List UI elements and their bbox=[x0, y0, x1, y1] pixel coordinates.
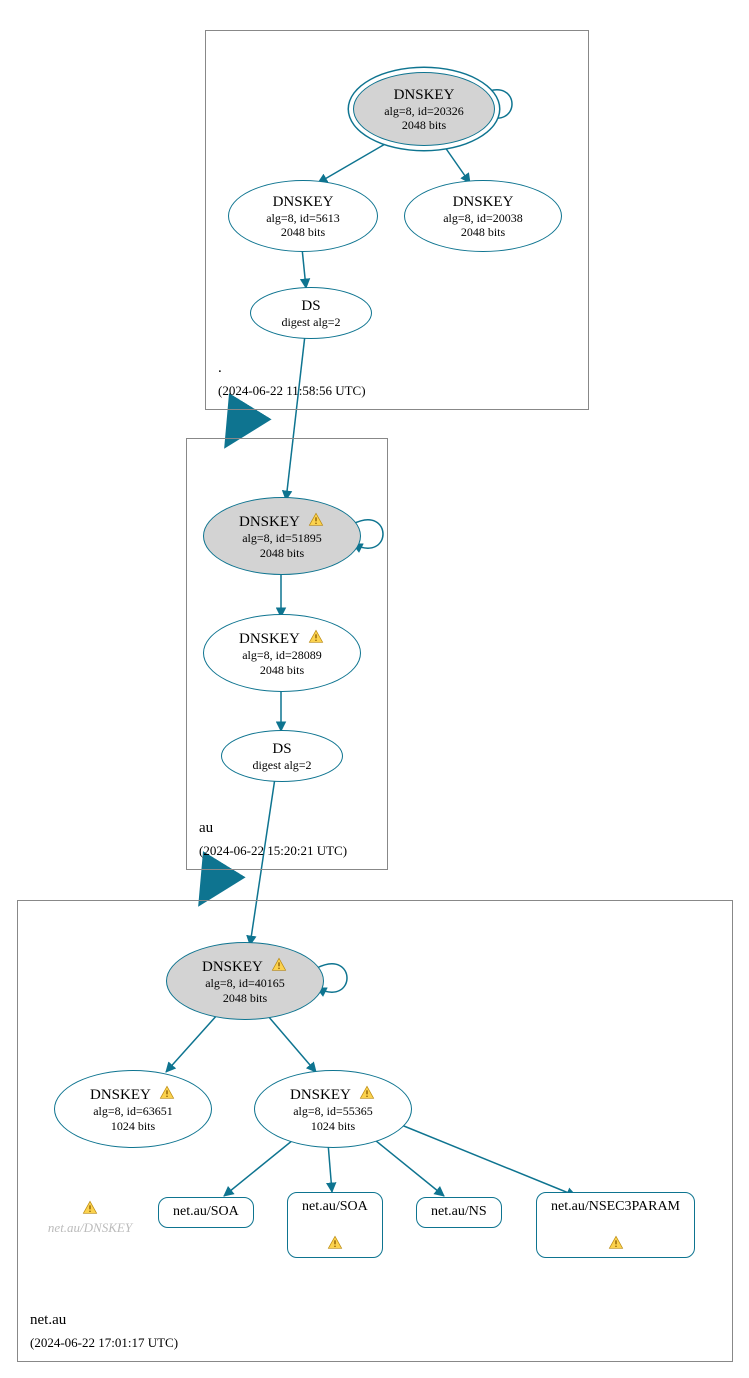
node-line1: alg=8, id=20038 bbox=[443, 211, 523, 225]
node-title: DNSKEY bbox=[394, 86, 455, 104]
warning-icon bbox=[607, 1235, 625, 1251]
node-label: net.au/SOA bbox=[302, 1199, 368, 1216]
zone-au-label: au (2024-06-22 15:20:21 UTC) bbox=[199, 820, 347, 859]
node-rr-ns[interactable]: net.au/NS bbox=[416, 1197, 502, 1228]
node-line2: 2048 bits bbox=[260, 663, 304, 677]
zone-au-name: au bbox=[199, 820, 347, 837]
node-label: net.au/SOA bbox=[173, 1204, 239, 1221]
node-line2: 2048 bits bbox=[461, 225, 505, 239]
node-line1: alg=8, id=40165 bbox=[205, 976, 285, 990]
node-rr-nsec3[interactable]: net.au/NSEC3PARAM bbox=[536, 1192, 695, 1258]
node-line2: 2048 bits bbox=[281, 225, 325, 239]
node-au-ksk[interactable]: DNSKEY alg=8, id=51895 2048 bits bbox=[203, 497, 361, 575]
node-line1: alg=8, id=28089 bbox=[242, 648, 322, 662]
node-title-text: DNSKEY bbox=[239, 514, 299, 530]
zone-netau-label: net.au (2024-06-22 17:01:17 UTC) bbox=[30, 1312, 178, 1351]
zone-au-time: (2024-06-22 15:20:21 UTC) bbox=[199, 843, 347, 859]
node-line1: digest alg=2 bbox=[281, 315, 340, 329]
node-netau-ksk[interactable]: DNSKEY alg=8, id=40165 2048 bits bbox=[166, 942, 324, 1020]
zone-root-time: (2024-06-22 11:58:56 UTC) bbox=[218, 383, 366, 399]
node-ghost-dnskey: net.au/DNSKEY bbox=[40, 1200, 140, 1236]
node-netau-zsk2[interactable]: DNSKEY alg=8, id=55365 1024 bits bbox=[254, 1070, 412, 1148]
warning-icon bbox=[307, 512, 325, 528]
node-title: DS bbox=[272, 740, 291, 758]
node-rr-soa2[interactable]: net.au/SOA bbox=[287, 1192, 383, 1258]
node-line1: digest alg=2 bbox=[252, 758, 311, 772]
node-title: DS bbox=[301, 297, 320, 315]
warning-icon bbox=[158, 1085, 176, 1101]
node-root-zsk1[interactable]: DNSKEY alg=8, id=5613 2048 bits bbox=[228, 180, 378, 252]
node-line2: 2048 bits bbox=[260, 546, 304, 560]
node-line1: alg=8, id=20326 bbox=[384, 104, 464, 118]
warning-icon bbox=[270, 957, 288, 973]
node-title-text: DNSKEY bbox=[90, 1087, 150, 1103]
node-line2: 2048 bits bbox=[223, 991, 267, 1005]
node-au-zsk[interactable]: DNSKEY alg=8, id=28089 2048 bits bbox=[203, 614, 361, 692]
zone-root-name: . bbox=[218, 360, 366, 377]
node-line2: 1024 bits bbox=[111, 1119, 155, 1133]
diagram-canvas: . (2024-06-22 11:58:56 UTC) au (2024-06-… bbox=[0, 0, 749, 1378]
node-root-ksk[interactable]: DNSKEY alg=8, id=20326 2048 bits bbox=[353, 72, 495, 146]
node-line2: 1024 bits bbox=[311, 1119, 355, 1133]
node-title: DNSKEY bbox=[202, 957, 288, 976]
node-root-zsk2[interactable]: DNSKEY alg=8, id=20038 2048 bits bbox=[404, 180, 562, 252]
node-title: DNSKEY bbox=[239, 512, 325, 531]
node-title-text: DNSKEY bbox=[239, 631, 299, 647]
zone-netau-time: (2024-06-22 17:01:17 UTC) bbox=[30, 1335, 178, 1351]
node-label: net.au/NSEC3PARAM bbox=[551, 1199, 680, 1216]
warning-icon bbox=[307, 629, 325, 645]
node-line1: alg=8, id=51895 bbox=[242, 531, 322, 545]
ghost-label-text: net.au/DNSKEY bbox=[48, 1220, 132, 1235]
zone-root-label: . (2024-06-22 11:58:56 UTC) bbox=[218, 360, 366, 399]
node-line2: 2048 bits bbox=[402, 118, 446, 132]
node-title: DNSKEY bbox=[453, 193, 514, 211]
node-title: DNSKEY bbox=[290, 1085, 376, 1104]
node-au-ds[interactable]: DS digest alg=2 bbox=[221, 730, 343, 782]
warning-icon bbox=[326, 1235, 344, 1251]
node-title: DNSKEY bbox=[90, 1085, 176, 1104]
node-title-text: DNSKEY bbox=[290, 1087, 350, 1103]
warning-icon bbox=[358, 1085, 376, 1101]
node-label: net.au/NS bbox=[431, 1204, 487, 1221]
node-line1: alg=8, id=63651 bbox=[93, 1104, 173, 1118]
zone-netau-name: net.au bbox=[30, 1312, 178, 1329]
node-root-ds[interactable]: DS digest alg=2 bbox=[250, 287, 372, 339]
node-rr-soa1[interactable]: net.au/SOA bbox=[158, 1197, 254, 1228]
node-title: DNSKEY bbox=[273, 193, 334, 211]
node-netau-zsk1[interactable]: DNSKEY alg=8, id=63651 1024 bits bbox=[54, 1070, 212, 1148]
node-line1: alg=8, id=55365 bbox=[293, 1104, 373, 1118]
node-title: DNSKEY bbox=[239, 629, 325, 648]
warning-icon bbox=[81, 1200, 99, 1216]
node-line1: alg=8, id=5613 bbox=[266, 211, 340, 225]
node-title-text: DNSKEY bbox=[202, 959, 262, 975]
